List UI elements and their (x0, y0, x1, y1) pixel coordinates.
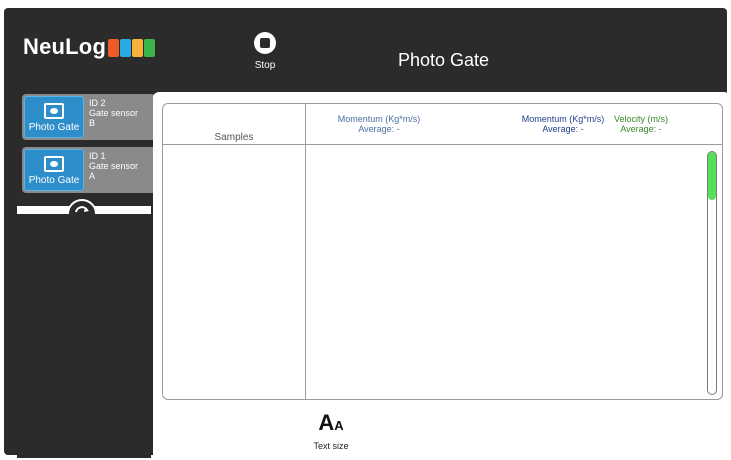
data-table: Samples Momentum (Kg*m/s) Average: - Mom… (162, 103, 723, 400)
column-title: Momentum (Kg*m/s) (337, 114, 421, 124)
photo-gate-tile: Photo Gate (24, 96, 84, 138)
column-average: Average: - (620, 124, 662, 134)
sensor-module-id1[interactable]: Photo Gate ID 1 Gate sensor A (22, 147, 156, 193)
column-header-velocity: Velocity (m/s) Average: - (591, 114, 691, 134)
stop-button[interactable]: Stop (250, 32, 280, 74)
sensor-type: Gate sensor (89, 161, 139, 171)
column-header-momentum-1: Momentum (Kg*m/s) Average: - (305, 114, 453, 134)
sensor-letter: A (89, 171, 96, 181)
logo-text: NeuLog (23, 34, 107, 59)
text-size-button[interactable]: AA Text size (311, 410, 351, 452)
sensor-letter: B (89, 118, 96, 128)
sensor-module-id2[interactable]: Photo Gate ID 2 Gate sensor B (22, 94, 156, 140)
eye-icon (44, 156, 64, 172)
column-title: Velocity (m/s) (613, 114, 668, 124)
eye-icon (44, 103, 64, 119)
lower-left-panel (17, 214, 151, 458)
text-size-icon: AA (318, 410, 344, 435)
page-title: Photo Gate (398, 50, 490, 70)
data-panel: Samples Momentum (Kg*m/s) Average: - Mom… (153, 92, 730, 460)
sensor-meta: ID 2 Gate sensor B (89, 98, 138, 128)
table-scrollbar[interactable] (707, 151, 717, 395)
sensor-list: Photo Gate ID 2 Gate sensor B Photo Gate… (17, 92, 156, 204)
sensor-name: Photo Gate (28, 122, 80, 133)
sensor-type: Gate sensor (89, 108, 139, 118)
text-size-label: Text size (313, 441, 349, 451)
photo-gate-tile: Photo Gate (24, 149, 84, 191)
logo-blocks-icon (108, 39, 156, 57)
stop-label: Stop (254, 60, 276, 71)
column-average: Average: - (358, 124, 400, 134)
sensor-id: ID 2 (89, 98, 106, 108)
scrollbar-thumb[interactable] (708, 152, 716, 200)
app-frame: NeuLog Stop Photo Gate Photo Gate ID 2 G… (4, 8, 730, 460)
stop-icon (254, 32, 276, 54)
samples-column (163, 104, 306, 399)
sensor-meta: ID 1 Gate sensor A (89, 151, 138, 181)
samples-header: Samples (214, 132, 254, 143)
sensor-id: ID 1 (89, 151, 106, 161)
sensor-name: Photo Gate (28, 175, 80, 186)
neulog-logo: NeuLog (23, 34, 156, 60)
